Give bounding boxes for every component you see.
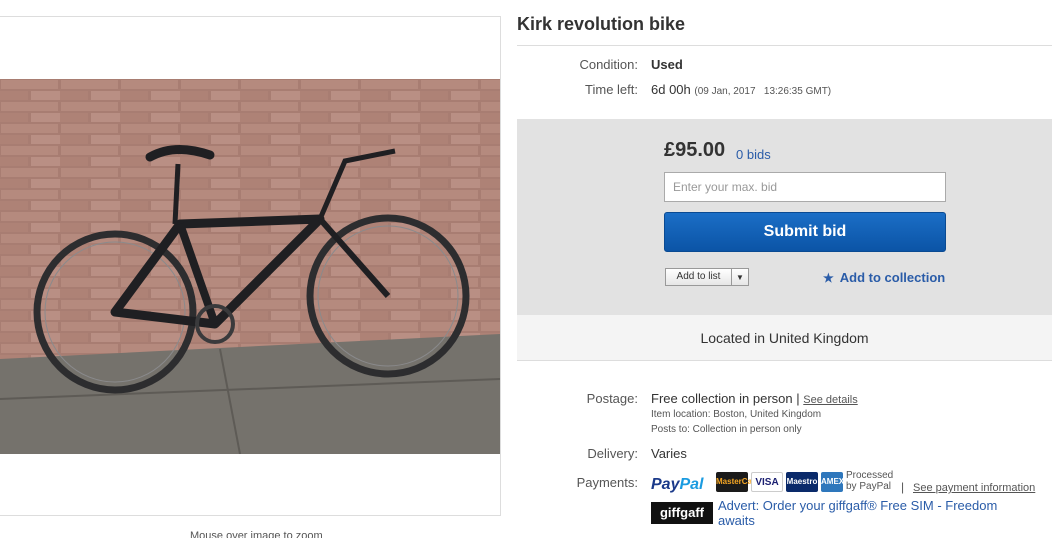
- delivery-value: Varies: [651, 446, 687, 461]
- condition-value: Used: [651, 57, 683, 72]
- condition-label: Condition:: [579, 57, 638, 72]
- paypal-logo: PayPal: [651, 476, 703, 494]
- current-price: £95.00: [664, 139, 726, 161]
- see-details-link[interactable]: See details: [803, 394, 857, 406]
- add-to-list-label[interactable]: Add to list: [666, 269, 732, 285]
- postage-separator: |: [796, 391, 800, 406]
- processed-by-paypal: Processed by PayPal: [846, 470, 893, 492]
- bids-count-link[interactable]: 0 bids: [736, 147, 771, 162]
- title-divider: [517, 45, 1052, 46]
- paypal-logo-part2: Pal: [679, 476, 704, 493]
- posts-to-detail: Posts to: Collection in person only: [651, 424, 802, 435]
- by-paypal-line: by PayPal: [846, 481, 892, 492]
- item-location-banner: Located in United Kingdom: [517, 315, 1052, 361]
- star-icon: ★: [823, 270, 834, 285]
- add-to-list-dropdown[interactable]: Add to list ▼: [665, 268, 749, 286]
- item-location-text: Located in United Kingdom: [700, 329, 869, 346]
- maestro-icon: Maestro: [786, 472, 818, 492]
- item-location-detail: Item location: Boston, United Kingdom: [651, 409, 822, 420]
- add-to-collection-label[interactable]: Add to collection: [840, 270, 945, 285]
- submit-bid-button[interactable]: Submit bid: [664, 212, 946, 252]
- amex-icon: AMEX: [821, 472, 844, 492]
- payments-label: Payments:: [576, 475, 638, 490]
- image-panel: [0, 16, 501, 516]
- chevron-down-icon[interactable]: ▼: [732, 269, 748, 285]
- mastercard-icon: MasterCard: [716, 472, 760, 492]
- see-payment-info-link[interactable]: See payment information: [913, 482, 1035, 494]
- card-logos: MasterCard VISA Maestro AMEX: [716, 472, 844, 492]
- postage-value: Free collection in person: [651, 391, 793, 406]
- max-bid-input[interactable]: [664, 172, 946, 202]
- time-left-end: (09 Jan, 2017 13:26:35 GMT): [694, 86, 832, 97]
- time-left-label: Time left:: [585, 82, 638, 97]
- delivery-label: Delivery:: [587, 446, 638, 461]
- postage-row: Free collection in person | See details: [651, 391, 858, 406]
- zoom-hint: Mouse over image to zoom: [190, 530, 323, 538]
- advert-link[interactable]: Advert: Order your giffgaff® Free SIM - …: [718, 498, 1018, 528]
- time-left-value: 6d 00h: [651, 82, 691, 97]
- processed-line: Processed: [846, 470, 894, 481]
- item-title: Kirk revolution bike: [517, 14, 686, 34]
- add-to-collection-link[interactable]: ★ Add to collection: [823, 270, 945, 285]
- paypal-logo-part1: Pay: [651, 476, 680, 493]
- payments-separator: |: [901, 480, 905, 494]
- time-left-row: 6d 00h (09 Jan, 2017 13:26:35 GMT): [651, 82, 831, 97]
- postage-label: Postage:: [586, 391, 638, 406]
- giffgaff-logo[interactable]: giffgaff: [651, 502, 713, 524]
- bike-photo[interactable]: [0, 79, 500, 454]
- visa-icon: VISA: [751, 472, 783, 492]
